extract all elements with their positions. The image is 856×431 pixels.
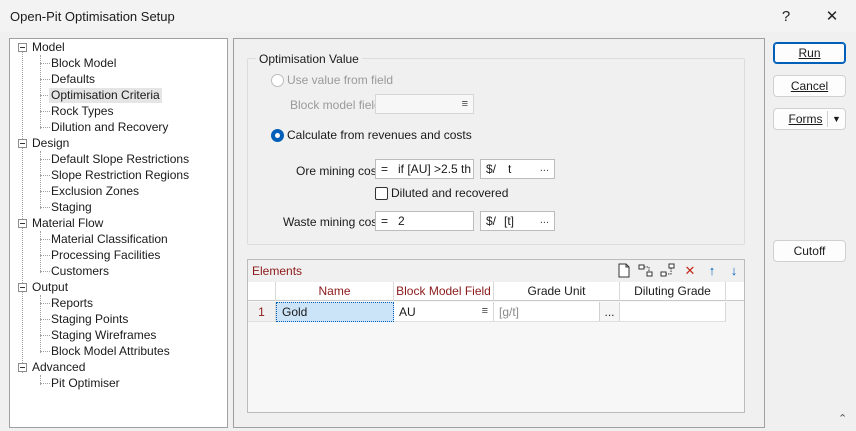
- tree-item-rock-types[interactable]: Rock Types: [51, 104, 113, 119]
- equals-sign: =: [381, 162, 389, 176]
- tree-item-staging-points[interactable]: Staging Points: [51, 312, 128, 327]
- ore-unit-browse-button[interactable]: ...: [540, 162, 549, 174]
- collapse-icon[interactable]: [18, 283, 27, 292]
- equals-sign: =: [381, 214, 389, 228]
- collapse-icon[interactable]: [18, 139, 27, 148]
- diluted-and-recovered-checkbox[interactable]: [375, 187, 388, 200]
- tree-item-block-model-attributes[interactable]: Block Model Attributes: [51, 344, 170, 359]
- close-button[interactable]: ✕: [810, 0, 854, 32]
- row-number: 1: [248, 302, 276, 322]
- column-header-name[interactable]: Name: [276, 282, 394, 301]
- forms-button[interactable]: Forms ▼: [773, 108, 846, 130]
- tree-item-exclusion-zones[interactable]: Exclusion Zones: [51, 184, 139, 199]
- new-row-icon[interactable]: [616, 263, 632, 279]
- tree-item-processing-facilities[interactable]: Processing Facilities: [51, 248, 160, 263]
- block-model-field-label: Block model field: [290, 98, 381, 112]
- cutoff-button[interactable]: Cutoff: [773, 240, 846, 262]
- tree-item-staging-wireframes[interactable]: Staging Wireframes: [51, 328, 156, 343]
- delete-row-icon[interactable]: ✕: [682, 263, 698, 279]
- navigation-tree[interactable]: Model Block Model Defaults Optimisation …: [9, 38, 228, 428]
- collapse-icon[interactable]: [18, 219, 27, 228]
- run-button[interactable]: Run: [773, 42, 846, 64]
- block-model-field-input[interactable]: ≡: [375, 94, 474, 114]
- grid-cell-name[interactable]: Gold: [276, 302, 394, 322]
- waste-mining-cost-input[interactable]: = 2: [375, 211, 474, 231]
- tree-group-advanced[interactable]: Advanced: [32, 360, 85, 375]
- forms-dropdown-icon[interactable]: ▼: [827, 111, 845, 127]
- insert-row-icon[interactable]: [638, 263, 654, 279]
- field-list-icon: ≡: [461, 98, 468, 110]
- waste-mining-cost-label: Waste mining cost: [283, 215, 381, 229]
- tree-item-optimisation-criteria[interactable]: Optimisation Criteria: [49, 88, 162, 103]
- tree-group-design[interactable]: Design: [32, 136, 69, 151]
- waste-cost-unit-input[interactable]: $/ [t] ...: [480, 211, 555, 231]
- use-value-from-field-radio[interactable]: [271, 74, 284, 87]
- field-list-icon: ≡: [481, 305, 488, 317]
- grade-unit-browse-button[interactable]: ...: [599, 302, 619, 321]
- diluted-and-recovered-label: Diluted and recovered: [391, 186, 509, 200]
- ore-mining-cost-expression: if [AU] >2.5 th: [398, 162, 472, 176]
- close-icon: ✕: [825, 8, 839, 25]
- help-button[interactable]: ?: [764, 0, 808, 32]
- resize-grip-icon[interactable]: ⌃: [838, 412, 847, 425]
- grid-cell-grade-unit[interactable]: [g/t] ...: [494, 302, 620, 322]
- tree-item-block-model[interactable]: Block Model: [51, 56, 116, 71]
- tree-item-slope-restriction-regions[interactable]: Slope Restriction Regions: [51, 168, 189, 183]
- column-header-grade-unit[interactable]: Grade Unit: [494, 282, 620, 301]
- grid-cell-diluting-grade[interactable]: [620, 302, 726, 322]
- elements-title: Elements: [252, 264, 303, 278]
- tree-group-model[interactable]: Model: [32, 40, 65, 55]
- tree-item-customers[interactable]: Customers: [51, 264, 109, 279]
- use-value-from-field-label: Use value from field: [287, 73, 394, 87]
- waste-unit-browse-button[interactable]: ...: [540, 214, 549, 226]
- tree-item-pit-optimiser[interactable]: Pit Optimiser: [51, 376, 120, 391]
- collapse-icon[interactable]: [18, 43, 27, 52]
- tree-item-staging[interactable]: Staging: [51, 200, 92, 215]
- grid-corner: [248, 282, 276, 301]
- cancel-button[interactable]: Cancel: [773, 75, 846, 97]
- tree-item-reports[interactable]: Reports: [51, 296, 93, 311]
- ore-mining-cost-input[interactable]: = if [AU] >2.5 th: [375, 159, 474, 179]
- optimisation-value-title: Optimisation Value: [256, 52, 362, 66]
- tree-item-dilution-and-recovery[interactable]: Dilution and Recovery: [51, 120, 168, 135]
- tree-group-material-flow[interactable]: Material Flow: [32, 216, 103, 231]
- column-header-diluting-grade[interactable]: Diluting Grade: [620, 282, 726, 301]
- tree-item-defaults[interactable]: Defaults: [51, 72, 95, 87]
- window-title: Open-Pit Optimisation Setup: [10, 9, 175, 24]
- tree-item-default-slope-restrictions[interactable]: Default Slope Restrictions: [51, 152, 189, 167]
- calculate-from-revenues-label: Calculate from revenues and costs: [287, 128, 472, 142]
- move-down-icon[interactable]: ↓: [726, 263, 742, 279]
- column-header-block-model-field[interactable]: Block Model Field: [394, 282, 494, 301]
- move-up-icon[interactable]: ↑: [704, 263, 720, 279]
- elements-grid[interactable]: Name Block Model Field Grade Unit Diluti…: [248, 282, 744, 412]
- waste-mining-cost-expression: 2: [398, 214, 405, 228]
- append-row-icon[interactable]: [660, 263, 676, 279]
- grid-cell-block-model-field[interactable]: AU ≡: [394, 302, 494, 322]
- tree-item-material-classification[interactable]: Material Classification: [51, 232, 168, 247]
- ore-mining-cost-label: Ore mining cost: [296, 164, 381, 178]
- ore-cost-unit-input[interactable]: $/ t ...: [480, 159, 555, 179]
- tree-group-output[interactable]: Output: [32, 280, 68, 295]
- calculate-from-revenues-radio[interactable]: [271, 129, 284, 142]
- collapse-icon[interactable]: [18, 363, 27, 372]
